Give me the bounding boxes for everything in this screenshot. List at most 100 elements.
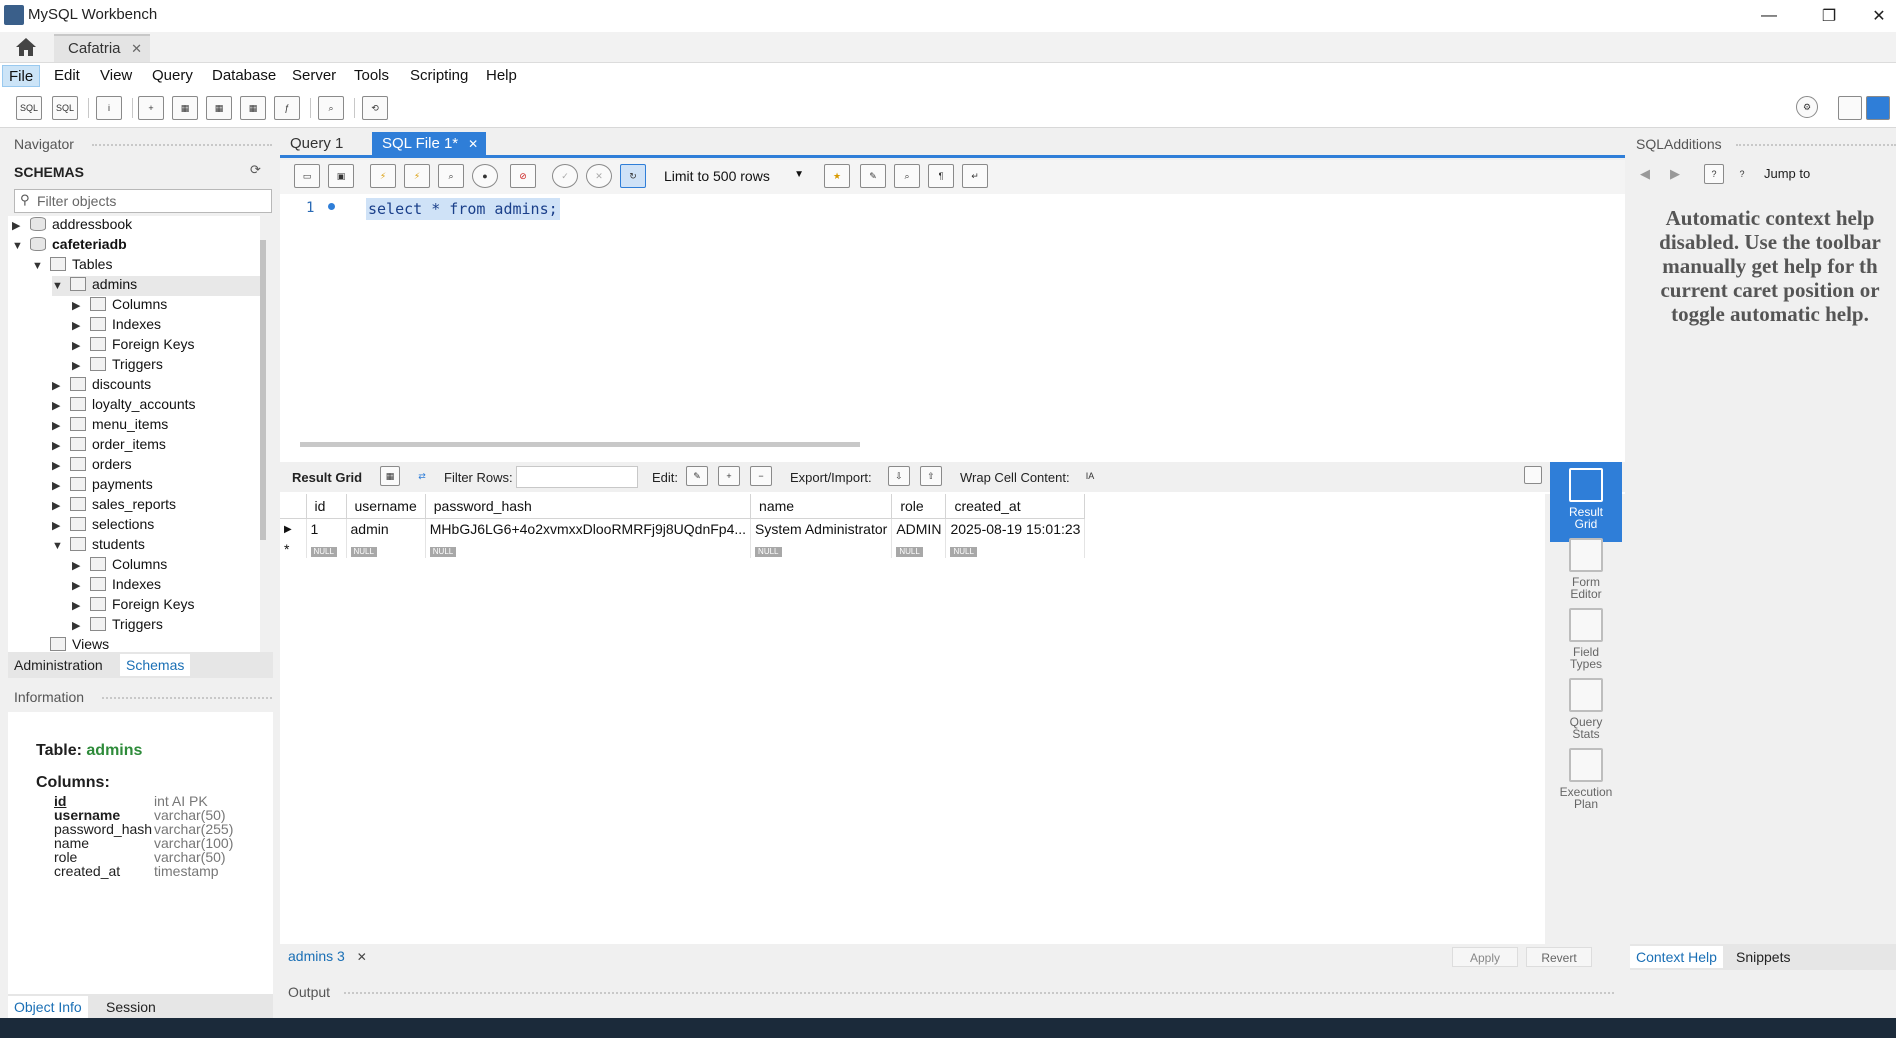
null-cell[interactable]: NULL bbox=[750, 540, 893, 558]
grid-cell[interactable]: 2025-08-19 15:01:23 bbox=[945, 518, 1086, 540]
expand-toggle-icon[interactable]: ▶ bbox=[52, 499, 66, 512]
manual-help-icon[interactable]: ? bbox=[1704, 164, 1724, 184]
tree-item[interactable]: ▶ menu_items bbox=[52, 416, 260, 436]
toggle-output-icon[interactable] bbox=[1866, 96, 1890, 120]
create-procedure-icon[interactable]: ▦ bbox=[240, 96, 266, 120]
editor-horizontal-scrollbar[interactable] bbox=[300, 442, 860, 447]
tree-item[interactable]: ▶ Indexes bbox=[72, 316, 260, 336]
query-stats-tool[interactable]: Query Stats bbox=[1550, 672, 1622, 752]
tree-item[interactable]: ▶ discounts bbox=[52, 376, 260, 396]
beautify-icon[interactable]: ✎ bbox=[860, 164, 886, 188]
new-row[interactable]: * NULL NULL NULL NULL NULL NULL bbox=[280, 540, 1086, 558]
create-schema-icon[interactable]: + bbox=[138, 96, 164, 120]
expand-toggle-icon[interactable]: ▶ bbox=[72, 559, 86, 572]
sql-editor[interactable]: 1 select * from admins; bbox=[280, 194, 1625, 494]
tree-item[interactable]: ▶ Foreign Keys bbox=[72, 336, 260, 356]
expand-toggle-icon[interactable]: ▶ bbox=[72, 359, 86, 372]
expand-toggle-icon[interactable]: ▶ bbox=[72, 579, 86, 592]
grid-cell[interactable]: System Administrator bbox=[750, 518, 893, 540]
tree-item[interactable]: ▶ sales_reports bbox=[52, 496, 260, 516]
column-header[interactable]: role bbox=[891, 494, 947, 519]
tree-item[interactable]: ▶ addressbook bbox=[12, 216, 260, 236]
toggle-result-panel-icon[interactable] bbox=[1524, 466, 1542, 484]
close-tab-icon[interactable]: ✕ bbox=[357, 950, 367, 964]
new-sql-tab-icon[interactable]: SQL bbox=[16, 96, 42, 120]
expand-toggle-icon[interactable]: ▶ bbox=[52, 419, 66, 432]
null-cell[interactable]: NULL bbox=[945, 540, 1086, 558]
maximize-button[interactable]: ❐ bbox=[1806, 0, 1852, 32]
sql-statement[interactable]: select * from admins; bbox=[366, 198, 560, 220]
result-tab-admins[interactable]: admins 3 ✕ bbox=[288, 948, 367, 964]
expand-toggle-icon[interactable]: ▼ bbox=[52, 280, 66, 292]
auto-help-icon[interactable]: ? bbox=[1732, 164, 1752, 184]
commit-icon[interactable]: ✓ bbox=[552, 164, 578, 188]
menu-edit[interactable]: Edit bbox=[48, 65, 86, 87]
minimize-button[interactable]: — bbox=[1746, 0, 1792, 32]
tree-item[interactable]: ▶ payments bbox=[52, 476, 260, 496]
expand-toggle-icon[interactable]: ▶ bbox=[72, 319, 86, 332]
tree-item[interactable]: ▼ admins bbox=[52, 276, 260, 296]
toggle-sidebar-icon[interactable] bbox=[1838, 96, 1862, 120]
expand-toggle-icon[interactable]: ▶ bbox=[72, 299, 86, 312]
tab-administration[interactable]: Administration bbox=[8, 654, 109, 676]
tab-sql-file-1[interactable]: SQL File 1* ✕ bbox=[372, 132, 487, 155]
autocommit-icon[interactable]: ↻ bbox=[620, 164, 646, 188]
execute-icon[interactable]: ⚡ bbox=[370, 164, 396, 188]
connection-tab[interactable]: Cafatria ✕ bbox=[54, 34, 150, 62]
refresh-results-icon[interactable]: ⇄ bbox=[412, 466, 432, 486]
result-grid[interactable]: id username password_hash name role created_a… bbox=[280, 494, 1545, 954]
menu-scripting[interactable]: Scripting bbox=[404, 65, 474, 87]
column-header[interactable]: created_at bbox=[945, 494, 1086, 519]
expand-toggle-icon[interactable]: ▶ bbox=[52, 459, 66, 472]
inspector-icon[interactable]: i bbox=[96, 96, 122, 120]
settings-icon[interactable]: ⚙ bbox=[1796, 96, 1818, 118]
delete-row-icon[interactable]: − bbox=[750, 466, 772, 486]
expand-toggle-icon[interactable]: ▶ bbox=[12, 219, 26, 232]
column-header[interactable]: password_hash bbox=[425, 494, 752, 519]
menu-help[interactable]: Help bbox=[480, 65, 523, 87]
tree-item[interactable]: ▶ selections bbox=[52, 516, 260, 536]
field-types-tool[interactable]: Field Types bbox=[1550, 602, 1622, 682]
expand-toggle-icon[interactable]: ▶ bbox=[52, 439, 66, 452]
expand-toggle-icon[interactable]: ▶ bbox=[52, 379, 66, 392]
tab-context-help[interactable]: Context Help bbox=[1630, 946, 1723, 968]
stop-icon[interactable]: ● bbox=[472, 164, 498, 188]
tree-item[interactable]: ▶ Triggers bbox=[72, 616, 260, 636]
grid-cell[interactable]: admin bbox=[346, 518, 426, 540]
column-header[interactable]: username bbox=[346, 494, 426, 519]
jump-to-select[interactable]: Jump to bbox=[1764, 166, 1810, 181]
menu-view[interactable]: View bbox=[94, 65, 138, 87]
form-editor-tool[interactable]: Form Editor bbox=[1550, 532, 1622, 612]
forward-icon[interactable]: ▶ bbox=[1670, 166, 1680, 182]
tab-query-1[interactable]: Query 1 bbox=[280, 132, 353, 155]
filter-objects-input[interactable]: ⚲ Filter objects bbox=[14, 189, 272, 213]
invisible-chars-icon[interactable]: ¶ bbox=[928, 164, 954, 188]
execution-plan-tool[interactable]: Execution Plan bbox=[1550, 742, 1622, 822]
null-cell[interactable]: NULL bbox=[891, 540, 947, 558]
wrap-lines-icon[interactable]: ↵ bbox=[962, 164, 988, 188]
find-replace-icon[interactable]: ⌕ bbox=[894, 164, 920, 188]
result-grid-tool[interactable]: Result Grid bbox=[1550, 462, 1622, 542]
expand-toggle-icon[interactable]: ▼ bbox=[32, 260, 46, 272]
tree-item[interactable]: ▼ students bbox=[52, 536, 260, 556]
close-tab-icon[interactable]: ✕ bbox=[131, 41, 142, 57]
schema-tree[interactable]: ▶ addressbook ▼ cafeteriadb ▼ Tables ▼ admins ▶ C… bbox=[8, 216, 260, 656]
home-icon[interactable] bbox=[12, 35, 40, 59]
close-button[interactable]: ✕ bbox=[1856, 0, 1896, 32]
table-row[interactable]: ▶ 1 admin MHbGJ6LG6+4o2xvmxxDlooRMRFj9j8UQd… bbox=[280, 518, 1086, 540]
null-cell[interactable]: NULL bbox=[346, 540, 426, 558]
null-cell[interactable]: NULL bbox=[306, 540, 347, 558]
grid-cell[interactable]: 1 bbox=[306, 518, 347, 540]
export-icon[interactable]: ⇩ bbox=[888, 466, 910, 486]
column-header[interactable]: name bbox=[750, 494, 893, 519]
tree-item[interactable]: ▼ Tables bbox=[32, 256, 260, 276]
refresh-icon[interactable]: ⟳ bbox=[250, 162, 261, 178]
filter-rows-input[interactable] bbox=[516, 466, 638, 488]
execute-current-icon[interactable]: ⚡ bbox=[404, 164, 430, 188]
menu-server[interactable]: Server bbox=[286, 65, 342, 87]
search-table-data-icon[interactable]: ⌕ bbox=[318, 96, 344, 120]
create-function-icon[interactable]: ƒ bbox=[274, 96, 300, 120]
limit-rows-select[interactable]: Limit to 500 rows ▼ bbox=[658, 165, 808, 189]
save-icon[interactable]: ▣ bbox=[328, 164, 354, 188]
tab-session[interactable]: Session bbox=[100, 996, 162, 1018]
